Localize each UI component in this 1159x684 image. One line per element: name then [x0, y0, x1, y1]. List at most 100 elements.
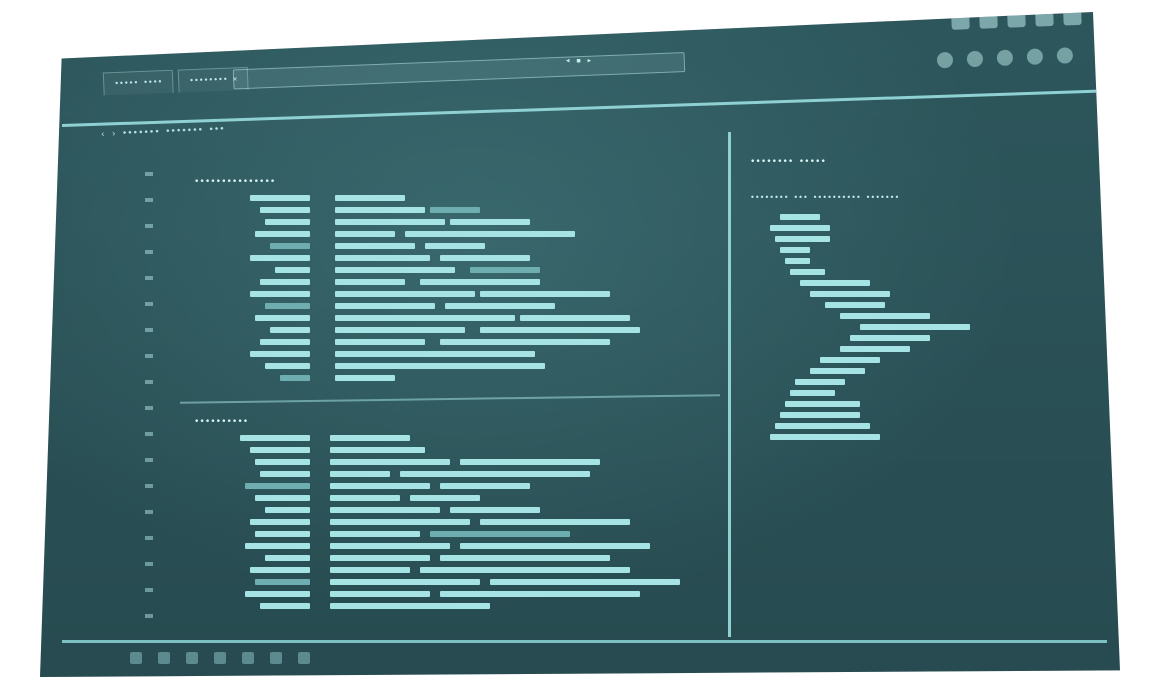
code-token [280, 375, 310, 381]
settings-icon[interactable] [1056, 47, 1074, 64]
code-token [335, 195, 405, 201]
tree-node[interactable] [750, 267, 1080, 278]
code-line [180, 493, 720, 504]
taskbar-icon[interactable] [130, 652, 142, 664]
code-token [250, 291, 310, 297]
tree-node[interactable] [750, 223, 1080, 234]
tree-node[interactable] [750, 399, 1080, 410]
tree-node-label [770, 225, 830, 231]
tree-node[interactable] [750, 377, 1080, 388]
gutter-marker [145, 458, 153, 462]
help-icon[interactable] [1063, 12, 1082, 26]
tree-node[interactable] [750, 300, 1080, 311]
menu-icon[interactable] [1035, 12, 1054, 27]
code-token [255, 495, 310, 501]
minimize-icon[interactable] [951, 13, 970, 30]
code-token [335, 351, 535, 357]
code-line [180, 265, 720, 276]
taskbar-icon[interactable] [270, 652, 282, 664]
tree-node[interactable] [750, 410, 1080, 421]
tree-node-label [785, 258, 810, 264]
code-token [330, 495, 400, 501]
tree-node[interactable] [750, 245, 1080, 256]
gutter-marker [145, 406, 153, 410]
tree-node[interactable] [750, 256, 1080, 267]
code-pane-top[interactable]: ••••••••••••••• [180, 177, 720, 397]
code-line [180, 577, 720, 588]
code-line [180, 337, 720, 348]
code-pane-top-title: ••••••••••••••• [194, 177, 276, 187]
code-token [440, 483, 530, 489]
tab-first[interactable]: ••••• •••• [102, 69, 174, 96]
gutter-marker [145, 562, 153, 566]
code-token [335, 291, 475, 297]
tree-node[interactable] [750, 421, 1080, 432]
code-token [480, 327, 640, 333]
code-token [250, 255, 310, 261]
code-token [260, 471, 310, 477]
tree-node[interactable] [750, 344, 1080, 355]
home-icon[interactable] [966, 50, 984, 68]
tree-node[interactable] [750, 388, 1080, 399]
tab-first-label: ••••• •••• [114, 77, 163, 89]
center-nav-icons[interactable]: ◂ ▪ ▸ [565, 56, 592, 66]
code-token [440, 591, 640, 597]
download-icon[interactable] [1026, 48, 1044, 65]
tree-node[interactable] [750, 311, 1080, 322]
tree-node[interactable] [750, 289, 1080, 300]
code-token [265, 303, 310, 309]
tree-node-label [800, 280, 870, 286]
code-token [460, 459, 600, 465]
taskbar-icon[interactable] [242, 652, 254, 664]
maximize-icon[interactable] [979, 12, 998, 29]
status-bar-divider [62, 640, 1107, 643]
gutter-marker [145, 484, 153, 488]
address-bar[interactable] [232, 52, 686, 90]
gutter-marker [145, 614, 153, 618]
code-token [270, 327, 310, 333]
code-line [180, 325, 720, 336]
gutter-marker [145, 224, 153, 228]
close-icon[interactable] [1007, 12, 1026, 28]
code-line [180, 529, 720, 540]
tree-node[interactable] [750, 234, 1080, 245]
code-token [330, 435, 410, 441]
code-line [180, 193, 720, 204]
tree-node[interactable] [750, 212, 1080, 223]
code-token [335, 363, 545, 369]
code-token [430, 531, 570, 537]
breadcrumb[interactable]: ‹ › ••••••• ••••••• ••• [100, 125, 225, 140]
pane-divider[interactable] [728, 132, 731, 637]
refresh-icon[interactable] [936, 51, 954, 69]
tree-node-label [825, 302, 885, 308]
code-token [255, 579, 310, 585]
taskbar-icon[interactable] [158, 652, 170, 664]
code-token [410, 495, 480, 501]
tree-node[interactable] [750, 333, 1080, 344]
code-pane-bottom[interactable]: •••••••••• [180, 417, 720, 632]
code-line [180, 229, 720, 240]
taskbar-icon[interactable] [298, 652, 310, 664]
bookmark-icon[interactable] [996, 49, 1014, 67]
tree-node[interactable] [750, 366, 1080, 377]
gutter-marker [145, 510, 153, 514]
code-token [330, 567, 410, 573]
tree-node[interactable] [750, 322, 1080, 333]
tree-node[interactable] [750, 278, 1080, 289]
code-line [180, 481, 720, 492]
code-token [270, 243, 310, 249]
code-token [330, 483, 430, 489]
code-line [180, 565, 720, 576]
tree-panel[interactable]: •••••••• ••••• •••••••• ••• •••••••••• •… [750, 157, 1080, 627]
code-line [180, 553, 720, 564]
code-line [180, 601, 720, 612]
taskbar-icon[interactable] [214, 652, 226, 664]
taskbar-icon[interactable] [186, 652, 198, 664]
tree-node[interactable] [750, 355, 1080, 366]
tree-node[interactable] [750, 432, 1080, 443]
code-lines-top [180, 193, 720, 384]
code-token [250, 351, 310, 357]
code-token [255, 231, 310, 237]
code-line [180, 349, 720, 360]
code-token [265, 219, 310, 225]
